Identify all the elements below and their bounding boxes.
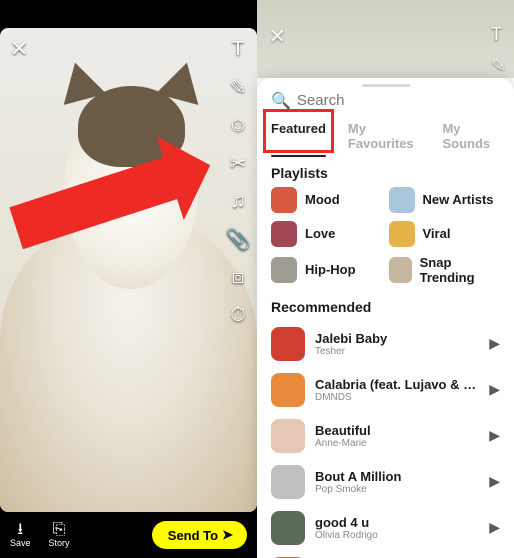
song-thumb: [271, 465, 305, 499]
timer-icon[interactable]: ⏱: [225, 302, 251, 328]
song-row[interactable]: good 4 uOlivia Rodrigo ▶: [263, 505, 508, 551]
playlist-item[interactable]: Mood: [271, 187, 383, 213]
song-artist: Pop Smoke: [315, 484, 479, 495]
snap-preview-peek: ✕ T✎: [257, 0, 514, 78]
story-icon: ⎘: [53, 522, 66, 538]
playlist-thumb: [271, 257, 297, 283]
close-icon[interactable]: ✕: [10, 36, 28, 62]
play-icon[interactable]: ▶: [489, 381, 500, 398]
song-row[interactable]: Bout A MillionPop Smoke ▶: [263, 459, 508, 505]
music-tabs: Featured My Favourites My Sounds: [257, 111, 514, 157]
play-icon[interactable]: ▶: [489, 335, 500, 352]
song-artist: Anne-Marie: [315, 438, 479, 449]
attachment-icon[interactable]: 📎: [225, 226, 251, 252]
playlist-label: Viral: [423, 226, 451, 241]
playlist-thumb: [271, 221, 297, 247]
snap-preview[interactable]: [0, 28, 257, 512]
play-icon[interactable]: ▶: [489, 519, 500, 536]
story-button[interactable]: ⎘ Story: [49, 522, 70, 548]
song-thumb: [271, 327, 305, 361]
bottom-bar: ⭳ Save ⎘ Story Send To ➤: [0, 512, 257, 558]
pencil-icon[interactable]: ✎: [225, 74, 251, 100]
playlist-item[interactable]: Love: [271, 221, 383, 247]
song-row[interactable]: Calabria (feat. Lujavo & Nito-Onna)DMNDS…: [263, 367, 508, 413]
save-button[interactable]: ⭳ Save: [10, 522, 31, 548]
playlist-thumb: [389, 257, 412, 283]
editor-toolbar: T ✎ ☺ ✂ ♫ 📎 ⧈ ⏱: [225, 36, 251, 328]
text-icon[interactable]: T: [225, 36, 251, 62]
recommended-header: Recommended: [257, 291, 514, 321]
crop-icon[interactable]: ⧈: [225, 264, 251, 290]
pencil-icon[interactable]: ✎: [491, 55, 506, 76]
sticker-icon[interactable]: ☺: [225, 112, 251, 138]
song-meta: BeautifulAnne-Marie: [315, 423, 479, 449]
song-title: Beautiful: [315, 423, 479, 438]
playlist-label: Snap Trending: [420, 255, 500, 285]
song-row[interactable]: BeautifulAnne-Marie ▶: [263, 413, 508, 459]
send-to-label: Send To: [168, 528, 218, 543]
song-title: Bout A Million: [315, 469, 479, 484]
playlist-thumb: [389, 221, 415, 247]
search-row: 🔍: [257, 91, 514, 111]
snap-editor-screen: ✕ T ✎ ☺ ✂ ♫ 📎 ⧈ ⏱ ⭳ Save ⎘ Story Send To ➤: [0, 0, 257, 558]
tab-my-sounds[interactable]: My Sounds: [442, 121, 500, 151]
download-icon: ⭳: [17, 522, 23, 538]
song-title: Jalebi Baby: [315, 331, 479, 346]
song-title: good 4 u: [315, 515, 479, 530]
playlist-item[interactable]: Viral: [389, 221, 501, 247]
song-thumb: [271, 419, 305, 453]
song-row[interactable]: Thot ShitMegan thee Stallion▶: [263, 551, 508, 558]
tab-featured[interactable]: Featured: [271, 121, 326, 151]
save-label: Save: [10, 538, 31, 548]
play-icon[interactable]: ▶: [489, 427, 500, 444]
playlist-thumb: [271, 187, 297, 213]
tab-my-favourites[interactable]: My Favourites: [348, 121, 421, 151]
music-picker-screen: ✕ T✎ 🔍 FeaturedMy FavouritesMy Sounds Pl…: [257, 0, 514, 558]
scissors-icon[interactable]: ✂: [225, 150, 251, 176]
playlists-header: Playlists: [257, 157, 514, 187]
song-artist: Olivia Rodrigo: [315, 530, 479, 541]
song-thumb: [271, 373, 305, 407]
playlist-item[interactable]: New Artists: [389, 187, 501, 213]
playlists-grid: Mood New Artists Love Viral Hip-Hop Snap Tren…: [257, 187, 514, 291]
song-meta: good 4 uOlivia Rodrigo: [315, 515, 479, 541]
song-title: Calabria (feat. Lujavo & Nito-Onna): [315, 377, 479, 392]
song-artist: DMNDS: [315, 392, 479, 403]
recommended-list: Jalebi BabyTesher▶Calabria (feat. Lujavo…: [257, 321, 514, 558]
sheet-handle[interactable]: [362, 84, 410, 87]
playlist-label: Love: [305, 226, 335, 241]
play-icon[interactable]: ▶: [489, 473, 500, 490]
song-row[interactable]: Jalebi BabyTesher ▶: [263, 321, 508, 367]
send-to-button[interactable]: Send To ➤: [152, 521, 247, 549]
playlist-item[interactable]: Hip-Hop: [271, 255, 383, 285]
music-icon[interactable]: ♫: [225, 188, 251, 214]
playlist-label: Hip-Hop: [305, 262, 356, 277]
song-thumb: [271, 511, 305, 545]
song-artist: Tesher: [315, 346, 479, 357]
search-icon: 🔍: [271, 91, 291, 111]
song-meta: Bout A MillionPop Smoke: [315, 469, 479, 495]
story-label: Story: [49, 538, 70, 548]
song-meta: Calabria (feat. Lujavo & Nito-Onna)DMNDS: [315, 377, 479, 403]
playlist-label: New Artists: [423, 192, 494, 207]
close-icon[interactable]: ✕: [269, 24, 286, 49]
playlist-label: Mood: [305, 192, 340, 207]
music-sheet: 🔍 Featured My Favourites My Sounds Playlis…: [257, 78, 514, 558]
song-meta: Jalebi BabyTesher: [315, 331, 479, 357]
playlist-item[interactable]: Snap Trending: [389, 255, 501, 285]
send-arrow-icon: ➤: [222, 527, 233, 543]
editor-toolbar: T✎: [491, 24, 506, 76]
search-input[interactable]: [297, 92, 500, 109]
playlist-thumb: [389, 187, 415, 213]
text-icon[interactable]: T: [491, 24, 506, 45]
